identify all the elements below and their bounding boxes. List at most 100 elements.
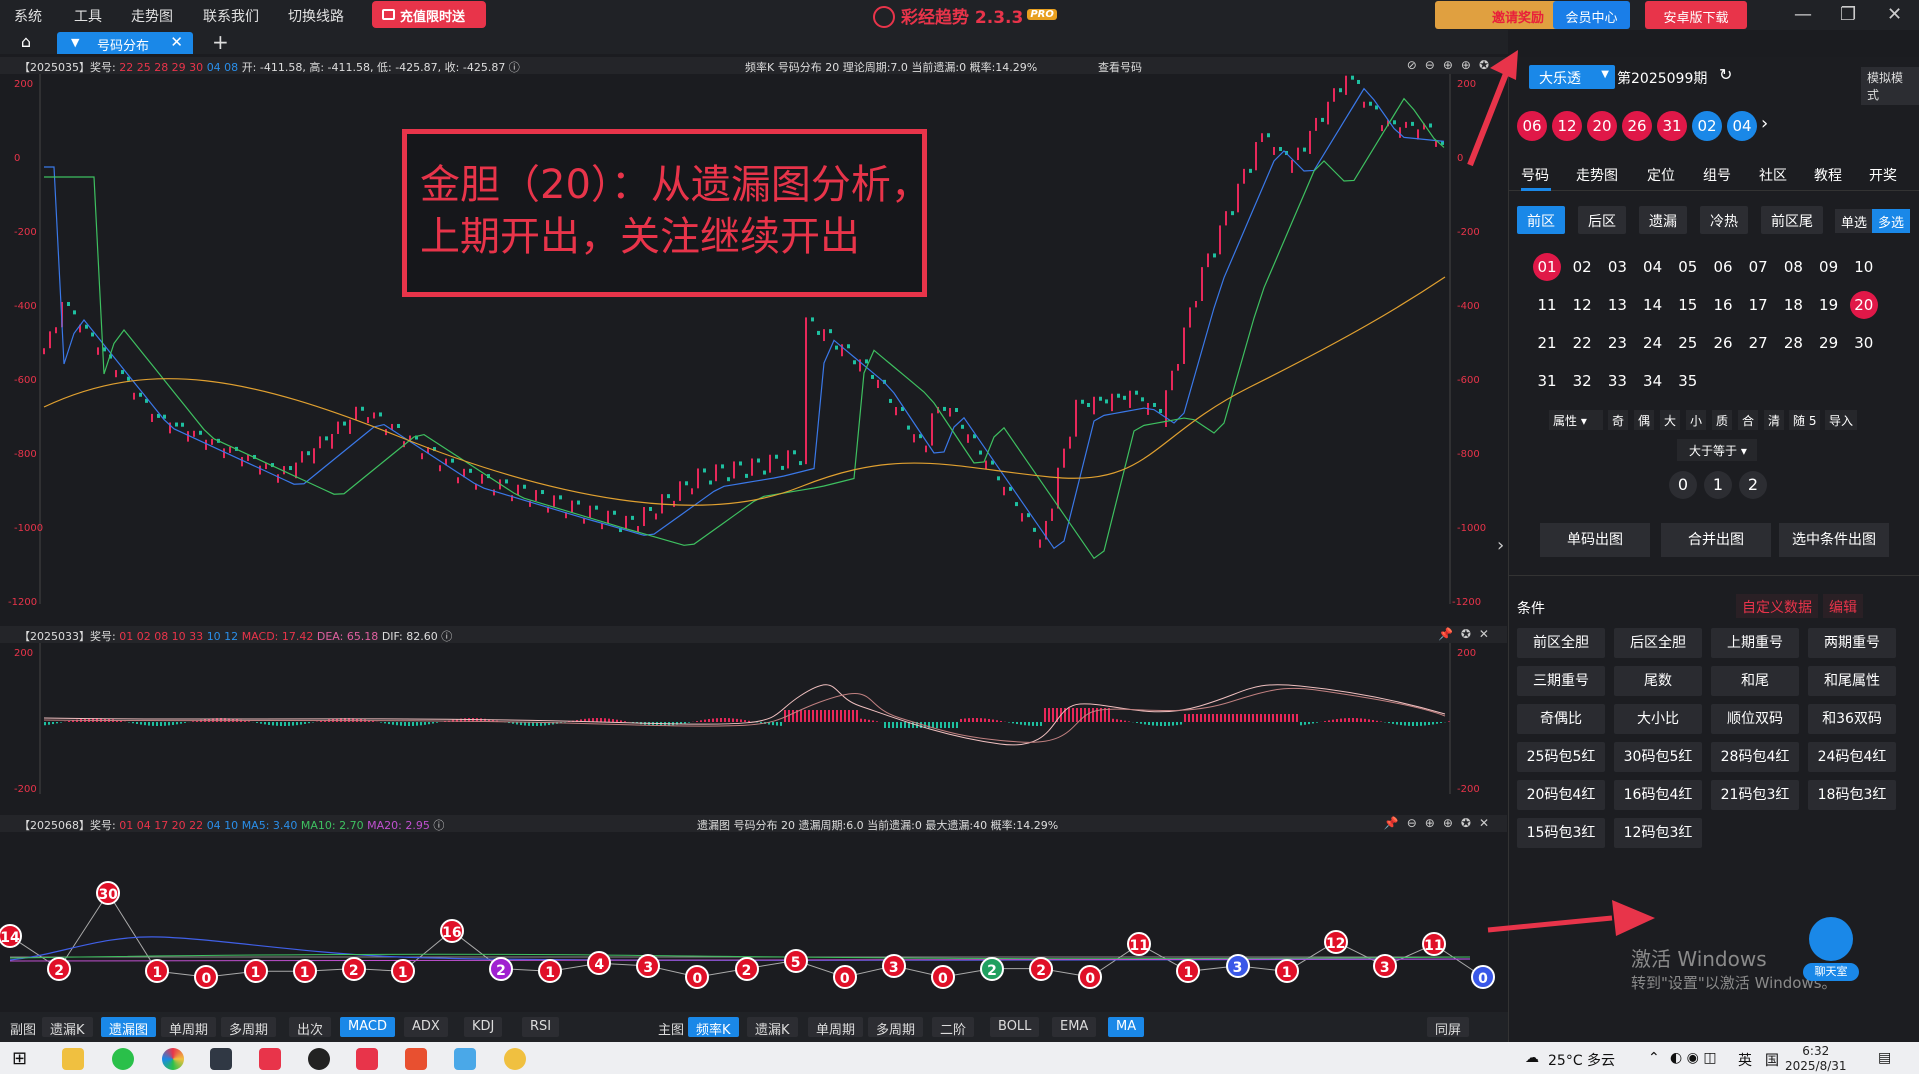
count-2[interactable]: 2: [1739, 471, 1767, 499]
number-cell[interactable]: 22: [1568, 329, 1596, 357]
attribute-select[interactable]: 属性 ▾: [1549, 410, 1603, 430]
number-cell[interactable]: 06: [1709, 253, 1737, 281]
tab-position[interactable]: 定位: [1647, 165, 1675, 185]
number-cell[interactable]: 12: [1568, 291, 1596, 319]
condition-button[interactable]: 12码包3红: [1614, 818, 1702, 848]
tab-community[interactable]: 社区: [1759, 165, 1787, 185]
attribute-button[interactable]: 大: [1660, 410, 1681, 430]
attribute-button[interactable]: 清: [1764, 410, 1785, 430]
main-frequency-k[interactable]: 频率K: [688, 1017, 739, 1038]
number-cell[interactable]: 27: [1744, 329, 1772, 357]
sync-screen-button[interactable]: 同屏: [1427, 1017, 1470, 1038]
number-cell[interactable]: 15: [1674, 291, 1702, 319]
number-cell[interactable]: 30: [1850, 329, 1878, 357]
main-ma[interactable]: MA: [1108, 1017, 1145, 1037]
lottery-select[interactable]: 大乐透 ▼: [1529, 65, 1615, 89]
menu-tools[interactable]: 工具: [74, 6, 102, 26]
ime-mode-icon[interactable]: 国: [1765, 1050, 1779, 1070]
recharge-button[interactable]: 充值限时送: [372, 1, 486, 28]
app-icon-2[interactable]: [504, 1048, 526, 1070]
main-ema[interactable]: EMA: [1052, 1017, 1097, 1037]
number-cell[interactable]: 09: [1815, 253, 1843, 281]
sub-macd[interactable]: MACD: [340, 1017, 395, 1037]
gte-select[interactable]: 大于等于 ▾: [1677, 439, 1757, 461]
main-omission-k[interactable]: 遗漏K: [747, 1017, 798, 1038]
tray-up-icon[interactable]: ⌃: [1648, 1050, 1660, 1066]
number-cell[interactable]: 17: [1744, 291, 1772, 319]
condition-button[interactable]: 大小比: [1614, 704, 1702, 734]
number-cell[interactable]: 19: [1815, 291, 1843, 319]
condition-button[interactable]: 顺位双码: [1711, 704, 1799, 734]
collapse-panel-icon[interactable]: ›: [1497, 535, 1504, 556]
number-cell[interactable]: 10: [1850, 253, 1878, 281]
subtab-hotcold[interactable]: 冷热: [1700, 206, 1748, 234]
sub-multi-period[interactable]: 多周期: [221, 1017, 277, 1038]
import-button[interactable]: 导入: [1825, 410, 1858, 430]
count-1[interactable]: 1: [1704, 471, 1732, 499]
number-cell[interactable]: 07: [1744, 253, 1772, 281]
number-cell[interactable]: 08: [1779, 253, 1807, 281]
condition-button[interactable]: 30码包5红: [1614, 742, 1702, 772]
condition-button[interactable]: 三期重号: [1517, 666, 1605, 696]
subtab-front[interactable]: 前区: [1517, 206, 1565, 234]
number-cell[interactable]: 34: [1639, 367, 1667, 395]
sub-rsi[interactable]: RSI: [522, 1017, 560, 1037]
number-cell[interactable]: 04: [1639, 253, 1667, 281]
number-cell[interactable]: 28: [1779, 329, 1807, 357]
sub-single-period[interactable]: 单周期: [161, 1017, 217, 1038]
condition-button[interactable]: 前区全胆: [1517, 628, 1605, 658]
attribute-button[interactable]: 奇: [1608, 410, 1629, 430]
number-cell[interactable]: 02: [1568, 253, 1596, 281]
sub-kdj[interactable]: KDJ: [464, 1017, 503, 1037]
number-cell[interactable]: 29: [1815, 329, 1843, 357]
number-cell[interactable]: 23: [1603, 329, 1631, 357]
minimize-icon[interactable]: —: [1794, 4, 1812, 25]
condition-button[interactable]: 15码包3红: [1517, 818, 1605, 848]
lottery-app-icon[interactable]: [259, 1048, 281, 1070]
refresh-icon[interactable]: ↻: [1719, 65, 1732, 84]
edit-button[interactable]: 编辑: [1823, 594, 1863, 618]
tab-tutorial[interactable]: 教程: [1814, 165, 1842, 185]
clock[interactable]: 6:32 2025/8/31: [1785, 1044, 1847, 1074]
tray-icons[interactable]: ◐ ◉ ◫: [1670, 1050, 1717, 1066]
app-icon[interactable]: [405, 1048, 427, 1070]
condition-button[interactable]: 16码包4红: [1614, 780, 1702, 810]
tab-combo[interactable]: 组号: [1703, 165, 1731, 185]
number-cell[interactable]: 25: [1674, 329, 1702, 357]
attribute-button[interactable]: 小: [1686, 410, 1707, 430]
android-download-button[interactable]: 安卓版下载: [1645, 1, 1747, 29]
count-0[interactable]: 0: [1669, 471, 1697, 499]
sub-omission-k[interactable]: 遗漏K: [42, 1017, 93, 1038]
number-cell[interactable]: 21: [1533, 329, 1561, 357]
close-icon[interactable]: ✕: [1887, 4, 1902, 25]
macd-chart[interactable]: [0, 626, 1507, 794]
add-tab-button[interactable]: +: [212, 30, 229, 54]
single-select-button[interactable]: 单选: [1835, 209, 1874, 233]
weather-text[interactable]: 25°C 多云: [1548, 1050, 1615, 1070]
home-icon[interactable]: ⌂: [10, 32, 42, 52]
browser-icon[interactable]: [162, 1048, 184, 1070]
mock-mode-button[interactable]: 模拟模式: [1861, 67, 1919, 105]
number-cell[interactable]: 16: [1709, 291, 1737, 319]
number-cell[interactable]: 03: [1603, 253, 1631, 281]
main-second-order[interactable]: 二阶: [932, 1017, 975, 1038]
single-chart-button[interactable]: 单码出图: [1540, 523, 1650, 557]
menu-contact[interactable]: 联系我们: [203, 6, 259, 26]
sub-omission-chart[interactable]: 遗漏图: [101, 1017, 157, 1038]
random-button[interactable]: 随 5: [1789, 410, 1821, 430]
condition-button[interactable]: 和36双码: [1808, 704, 1896, 734]
number-cell[interactable]: 35: [1674, 367, 1702, 395]
maximize-icon[interactable]: ❐: [1840, 4, 1856, 25]
condition-button[interactable]: 后区全胆: [1614, 628, 1702, 658]
number-cell[interactable]: 32: [1568, 367, 1596, 395]
main-multi-period[interactable]: 多周期: [868, 1017, 924, 1038]
number-cell[interactable]: 26: [1709, 329, 1737, 357]
menu-trend[interactable]: 走势图: [131, 6, 173, 26]
tab-numbers[interactable]: 号码: [1521, 165, 1549, 185]
tab-draw[interactable]: 开奖: [1869, 165, 1897, 185]
number-cell[interactable]: 14: [1639, 291, 1667, 319]
custom-data-button[interactable]: 自定义数据: [1736, 594, 1818, 618]
number-cell[interactable]: 11: [1533, 291, 1561, 319]
main-single-period[interactable]: 单周期: [808, 1017, 864, 1038]
number-cell[interactable]: 24: [1639, 329, 1667, 357]
